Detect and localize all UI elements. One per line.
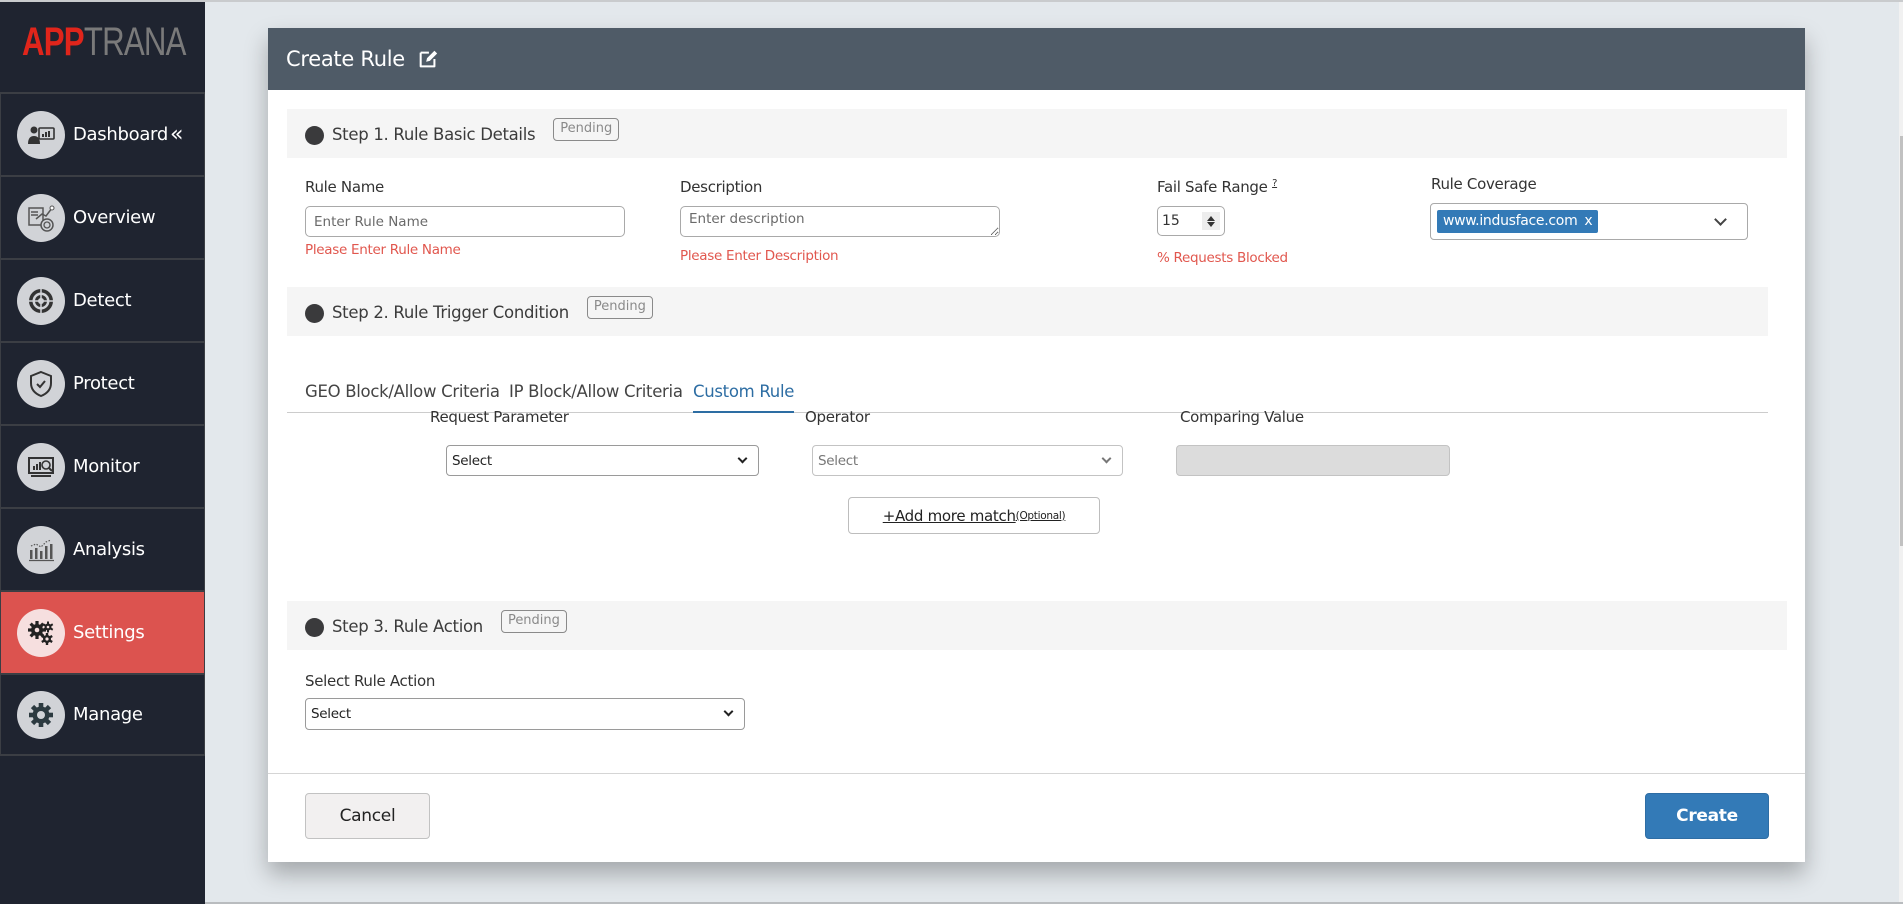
rule-coverage-multiselect[interactable]: www.indusface.com x bbox=[1430, 203, 1748, 240]
chevron-down-icon bbox=[723, 706, 734, 717]
fail-safe-value: 15 bbox=[1162, 213, 1180, 229]
add-more-match-button[interactable]: +Add more match (Optional) bbox=[848, 497, 1100, 534]
step1-header: Step 1. Rule Basic Details Pending bbox=[287, 109, 1787, 158]
top-border bbox=[0, 0, 1903, 2]
sidebar-item-protect[interactable]: Protect bbox=[0, 341, 205, 424]
step2-header: Step 2. Rule Trigger Condition Pending bbox=[287, 287, 1768, 336]
rule-coverage-label: Rule Coverage bbox=[1431, 175, 1537, 193]
step-status-dot bbox=[305, 617, 324, 637]
request-parameter-label: Request Parameter bbox=[430, 408, 569, 426]
add-more-match-optional: (Optional) bbox=[1015, 509, 1066, 522]
cancel-button[interactable]: Cancel bbox=[305, 793, 430, 839]
sidebar-item-overview[interactable]: Overview bbox=[0, 175, 205, 258]
create-rule-dialog: Create Rule Step 1. Rule Basic Details P… bbox=[268, 28, 1805, 862]
operator-label: Operator bbox=[805, 408, 870, 426]
rule-action-value: Select bbox=[311, 706, 351, 722]
rule-name-label: Rule Name bbox=[305, 178, 384, 196]
sidebar-item-settings[interactable]: Settings bbox=[0, 590, 205, 673]
fail-safe-label: Fail Safe Range ? bbox=[1157, 178, 1277, 196]
sidebar-nav: Dashboard « Overview Detect Protect Moni… bbox=[0, 92, 205, 756]
sidebar-item-detect[interactable]: Detect bbox=[0, 258, 205, 341]
collapse-sidebar-icon[interactable]: « bbox=[170, 123, 184, 146]
comparing-value-label: Comparing Value bbox=[1180, 408, 1304, 426]
analysis-icon bbox=[17, 525, 65, 574]
sidebar-item-manage[interactable]: Manage bbox=[0, 673, 205, 756]
add-more-match-label: +Add more match bbox=[882, 506, 1016, 525]
dashboard-icon bbox=[17, 110, 65, 159]
sidebar-item-label: Settings bbox=[73, 622, 145, 643]
footer-divider bbox=[268, 773, 1805, 774]
step-status-dot bbox=[305, 125, 324, 145]
sidebar-item-dashboard[interactable]: Dashboard « bbox=[0, 92, 205, 175]
shield-icon bbox=[17, 359, 65, 408]
step3-title: Step 3. Rule Action bbox=[332, 617, 483, 636]
comparing-value-input[interactable] bbox=[1176, 445, 1450, 476]
step1-status-badge: Pending bbox=[553, 118, 620, 141]
sidebar-item-label: Detect bbox=[73, 290, 132, 311]
target-icon bbox=[17, 276, 65, 325]
sidebar-item-label: Monitor bbox=[73, 456, 140, 477]
sidebar-item-label: Manage bbox=[73, 704, 143, 725]
rule-action-select[interactable]: Select bbox=[305, 698, 745, 730]
step2-status-badge: Pending bbox=[586, 296, 653, 319]
rule-name-input[interactable] bbox=[305, 206, 625, 237]
fail-safe-stepper[interactable]: 15 bbox=[1157, 206, 1225, 236]
chevron-down-icon bbox=[1101, 453, 1112, 464]
step1-title: Step 1. Rule Basic Details bbox=[332, 125, 536, 144]
sidebar-item-label: Protect bbox=[73, 373, 135, 394]
gears-icon bbox=[17, 608, 65, 657]
monitor-icon bbox=[17, 442, 65, 491]
overview-icon bbox=[17, 193, 65, 242]
apptrana-logo[interactable]: APP TRANA bbox=[22, 18, 186, 66]
create-button[interactable]: Create bbox=[1645, 793, 1769, 839]
chevron-down-icon[interactable] bbox=[1714, 213, 1727, 226]
rule-name-error: Please Enter Rule Name bbox=[305, 242, 461, 258]
sidebar-item-label: Dashboard bbox=[73, 124, 168, 145]
rule-action-label: Select Rule Action bbox=[305, 672, 436, 690]
operator-select[interactable]: Select bbox=[812, 445, 1123, 476]
request-parameter-value: Select bbox=[452, 452, 492, 469]
sidebar: APP TRANA Dashboard « Overview Detect Pr… bbox=[0, 2, 205, 904]
description-error: Please Enter Description bbox=[680, 248, 839, 264]
sidebar-item-label: Analysis bbox=[73, 539, 145, 560]
operator-value: Select bbox=[818, 452, 858, 469]
fail-safe-help-icon[interactable]: ? bbox=[1272, 178, 1277, 189]
step-status-dot bbox=[305, 303, 324, 323]
gear-icon bbox=[17, 690, 65, 739]
remove-tag-icon[interactable]: x bbox=[1584, 213, 1592, 229]
step2-title: Step 2. Rule Trigger Condition bbox=[332, 303, 569, 322]
logo-primary: APP bbox=[22, 20, 85, 64]
fail-safe-label-text: Fail Safe Range bbox=[1157, 178, 1268, 196]
request-parameter-select[interactable]: Select bbox=[446, 445, 759, 476]
dialog-header: Create Rule bbox=[268, 28, 1805, 90]
step3-header: Step 3. Rule Action Pending bbox=[287, 601, 1787, 650]
sidebar-item-analysis[interactable]: Analysis bbox=[0, 507, 205, 590]
stepper-arrows-icon[interactable] bbox=[1202, 212, 1220, 230]
description-label: Description bbox=[680, 178, 763, 196]
fail-safe-hint: % Requests Blocked bbox=[1157, 250, 1288, 266]
coverage-tag: www.indusface.com x bbox=[1437, 210, 1599, 233]
tab-custom-rule[interactable]: Custom Rule bbox=[693, 382, 794, 413]
sidebar-item-monitor[interactable]: Monitor bbox=[0, 424, 205, 507]
edit-icon bbox=[419, 50, 438, 68]
coverage-tag-label: www.indusface.com bbox=[1443, 213, 1578, 229]
sidebar-item-label: Overview bbox=[73, 207, 156, 228]
chevron-down-icon bbox=[737, 453, 748, 464]
step3-status-badge: Pending bbox=[500, 610, 567, 633]
logo-secondary: TRANA bbox=[83, 20, 187, 64]
description-textarea[interactable] bbox=[680, 206, 1000, 237]
dialog-title: Create Rule bbox=[286, 47, 405, 71]
